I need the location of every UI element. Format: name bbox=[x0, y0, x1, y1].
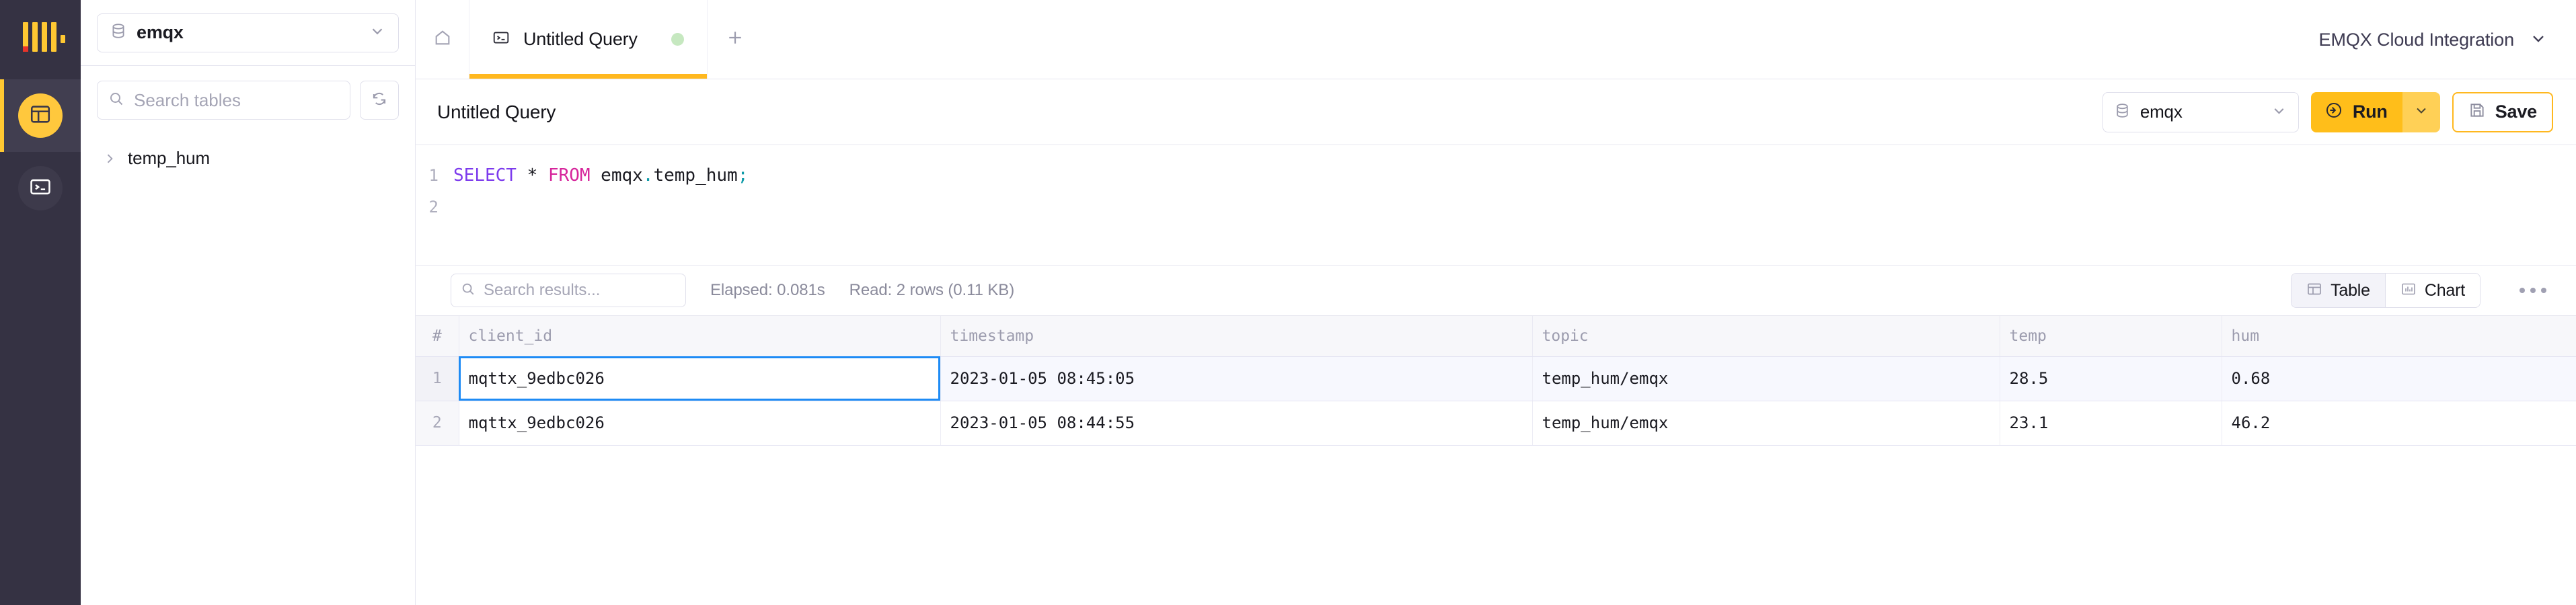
column-header-index[interactable]: # bbox=[416, 316, 459, 357]
cell-temp[interactable]: 28.5 bbox=[2000, 356, 2222, 401]
table-header-row: # client_id timestamp topic temp hum bbox=[416, 316, 2576, 357]
save-button-label: Save bbox=[2495, 102, 2537, 122]
view-toggle-group: Table Chart bbox=[2291, 273, 2480, 308]
bar-chart-icon bbox=[2400, 281, 2417, 300]
row-index: 2 bbox=[416, 401, 459, 446]
refresh-tables-button[interactable] bbox=[360, 81, 399, 120]
tables-tree: temp_hum bbox=[81, 132, 415, 175]
chevron-down-icon bbox=[369, 22, 386, 43]
cell-hum[interactable]: 0.68 bbox=[2222, 356, 2576, 401]
database-selector-label: emqx bbox=[137, 22, 184, 42]
column-header-hum[interactable]: hum bbox=[2222, 316, 2576, 357]
clickhouse-logo bbox=[0, 0, 81, 79]
search-tables-input[interactable] bbox=[134, 89, 339, 111]
table-icon bbox=[2306, 281, 2322, 300]
code-line: 1 SELECT * FROM emqx.temp_hum; bbox=[416, 160, 2576, 192]
results-search-input[interactable] bbox=[484, 281, 676, 300]
tab-status-dot bbox=[671, 33, 684, 46]
refresh-icon bbox=[371, 90, 388, 111]
app-rail bbox=[0, 0, 81, 605]
chart-view-label: Chart bbox=[2424, 280, 2465, 300]
cell-client_id[interactable]: mqttx_9edbc026 bbox=[459, 401, 941, 446]
new-tab-button[interactable] bbox=[708, 0, 763, 79]
tree-item-label: temp_hum bbox=[128, 148, 211, 168]
database-selector[interactable]: emqx bbox=[97, 13, 399, 52]
query-database-label: emqx bbox=[2139, 102, 2183, 122]
terminal-icon bbox=[29, 175, 52, 202]
sql-editor[interactable]: 1 SELECT * FROM emqx.temp_hum; 2 bbox=[416, 145, 2576, 265]
main-column: Untitled Query EMQX Cloud Integration Un… bbox=[416, 0, 2576, 605]
chevron-down-icon bbox=[2529, 29, 2548, 51]
query-database-selector[interactable]: emqx bbox=[2102, 91, 2299, 132]
tab-table-view[interactable]: Table bbox=[2291, 274, 2385, 307]
cell-temp[interactable]: 23.1 bbox=[2000, 401, 2222, 446]
results-table-container[interactable]: # client_id timestamp topic temp hum 1 m… bbox=[416, 316, 2576, 605]
database-icon bbox=[2114, 102, 2131, 122]
results-table: # client_id timestamp topic temp hum 1 m… bbox=[416, 316, 2576, 446]
column-header-client_id[interactable]: client_id bbox=[459, 316, 941, 357]
table-view-label: Table bbox=[2331, 280, 2370, 300]
code-line: 2 bbox=[416, 192, 2576, 223]
database-icon bbox=[110, 22, 127, 43]
column-header-topic[interactable]: topic bbox=[1532, 316, 2000, 357]
search-icon bbox=[108, 91, 124, 110]
sidebar-item-console[interactable] bbox=[0, 152, 81, 225]
tree-item-temp_hum[interactable]: temp_hum bbox=[81, 141, 415, 175]
database-selector-wrap: emqx bbox=[81, 0, 415, 65]
cell-timestamp[interactable]: 2023-01-05 08:44:55 bbox=[940, 401, 1533, 446]
terminal-icon bbox=[492, 29, 510, 50]
workspace-label: EMQX Cloud Integration bbox=[2318, 29, 2515, 50]
query-toolbar: Untitled Query emqx Run Save bbox=[416, 79, 2576, 145]
cell-timestamp[interactable]: 2023-01-05 08:45:05 bbox=[940, 356, 1533, 401]
table-row[interactable]: 1 mqttx_9edbc026 2023-01-05 08:45:05 tem… bbox=[416, 356, 2576, 401]
search-icon bbox=[461, 282, 476, 300]
results-more-button[interactable] bbox=[2505, 288, 2552, 293]
table-row[interactable]: 2 mqttx_9edbc026 2023-01-05 08:44:55 tem… bbox=[416, 401, 2576, 446]
column-header-temp[interactable]: temp bbox=[2000, 316, 2222, 357]
play-circle-icon bbox=[2324, 101, 2343, 123]
cell-topic[interactable]: temp_hum/emqx bbox=[1532, 401, 2000, 446]
cell-hum[interactable]: 46.2 bbox=[2222, 401, 2576, 446]
tab-bar: Untitled Query EMQX Cloud Integration bbox=[416, 0, 2576, 79]
search-tables-box[interactable] bbox=[97, 81, 350, 120]
chevron-right-icon[interactable] bbox=[102, 152, 117, 165]
code-text[interactable]: SELECT * FROM emqx.temp_hum; bbox=[453, 160, 748, 192]
cell-topic[interactable]: temp_hum/emqx bbox=[1532, 356, 2000, 401]
tab-chart-view[interactable]: Chart bbox=[2384, 274, 2480, 307]
column-header-timestamp[interactable]: timestamp bbox=[940, 316, 1533, 357]
home-button[interactable] bbox=[416, 0, 469, 79]
sidebar-item-tables[interactable] bbox=[0, 79, 81, 152]
run-button-label: Run bbox=[2352, 102, 2388, 122]
save-button[interactable]: Save bbox=[2452, 91, 2553, 132]
run-options-button[interactable] bbox=[2402, 91, 2440, 132]
chevron-down-icon bbox=[2271, 102, 2287, 122]
ellipsis-icon bbox=[2520, 288, 2525, 293]
results-search-box[interactable] bbox=[451, 274, 686, 307]
workspace-selector[interactable]: EMQX Cloud Integration bbox=[2319, 0, 2548, 79]
chevron-down-icon bbox=[2413, 102, 2429, 122]
home-icon bbox=[433, 28, 452, 50]
cell-client_id[interactable]: mqttx_9edbc026 bbox=[459, 356, 941, 401]
run-button-group: Run bbox=[2310, 91, 2440, 132]
run-button[interactable]: Run bbox=[2310, 91, 2402, 132]
tables-sidebar: emqx Search tables temp_hum bbox=[81, 0, 416, 605]
save-icon bbox=[2468, 102, 2486, 122]
line-number: 1 bbox=[428, 166, 439, 185]
plus-icon bbox=[725, 28, 745, 51]
tab-untitled-query[interactable]: Untitled Query bbox=[469, 0, 708, 79]
table-layout-icon bbox=[29, 103, 52, 129]
app-root: emqx Search tables temp_hum Untitled Que… bbox=[0, 0, 2576, 605]
line-number: 2 bbox=[428, 198, 439, 216]
query-title: Untitled Query bbox=[437, 101, 556, 122]
tab-label: Untitled Query bbox=[523, 29, 638, 49]
results-toolbar: Elapsed: 0.081s Read: 2 rows (0.11 KB) T… bbox=[416, 265, 2576, 316]
search-row bbox=[81, 66, 415, 132]
elapsed-stat: Elapsed: 0.081s bbox=[710, 281, 825, 299]
read-stat: Read: 2 rows (0.11 KB) bbox=[849, 281, 1015, 299]
row-index: 1 bbox=[416, 356, 459, 401]
